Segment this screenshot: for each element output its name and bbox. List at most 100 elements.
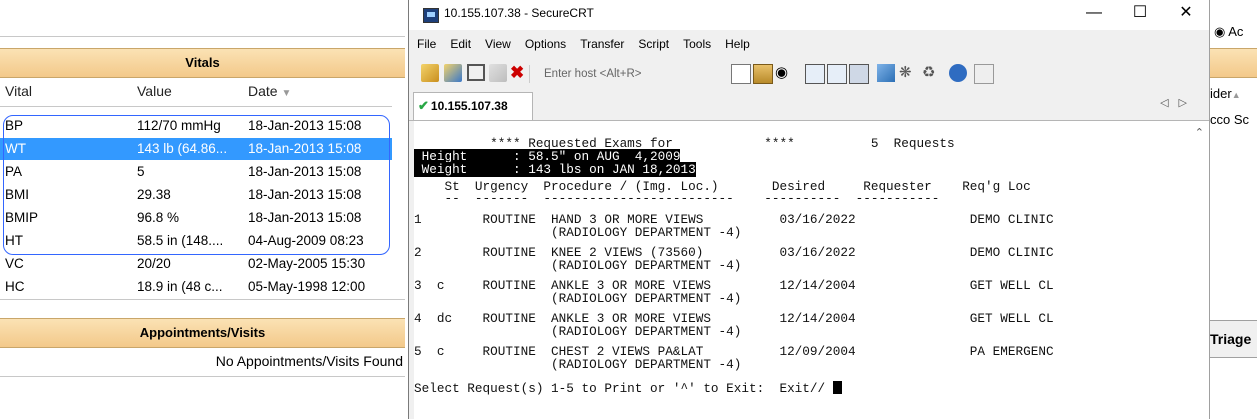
appointments-header: Appointments/Visits	[0, 318, 405, 348]
cell-date: 18-Jan-2013 15:08	[248, 210, 362, 225]
menu-help[interactable]: Help	[725, 33, 750, 55]
appointments-empty-text: No Appointments/Visits Found	[215, 353, 403, 369]
menu-options[interactable]: Options	[525, 33, 566, 55]
tab-scroll-arrows[interactable]: ◁▷	[1160, 96, 1197, 109]
col-vital[interactable]: Vital	[5, 78, 32, 105]
request-location-line: (RADIOLOGY DEPARTMENT -4)	[414, 324, 742, 339]
help-icon[interactable]	[949, 64, 967, 82]
scroll-up-icon[interactable]: ⌃	[1195, 126, 1204, 140]
title-bar: 10.155.107.38 - SecureCRT — ☐ ✕	[409, 0, 1209, 30]
col-provider-label: ider	[1210, 86, 1232, 101]
terminal-prompt: Select Request(s) 1-5 to Print or '^' to…	[414, 381, 833, 396]
cell-vital: PA	[5, 164, 23, 179]
request-location-line: (RADIOLOGY DEPARTMENT -4)	[414, 291, 742, 306]
host-input[interactable]: Enter host <Alt+R>	[529, 65, 719, 83]
session-options-icon[interactable]	[877, 64, 895, 82]
request-location-line: (RADIOLOGY DEPARTMENT -4)	[414, 357, 742, 372]
divider	[0, 299, 405, 300]
right-panel: ◉ Ac ider▲ cco Sc Triage	[1209, 0, 1257, 419]
tab-session-label: 10.155.107.38	[430, 99, 508, 113]
tab-bar: ✔ 10.155.107.38 ◁▷	[409, 92, 1209, 121]
copy-icon[interactable]	[731, 64, 751, 84]
col-provider[interactable]: ider▲	[1210, 86, 1241, 101]
find-icon[interactable]: ◉	[775, 64, 793, 82]
table-row[interactable]: BMIP 96.8 % 18-Jan-2013 15:08	[0, 207, 392, 229]
menu-file[interactable]: File	[417, 33, 436, 55]
cell-vital: WT	[5, 141, 26, 156]
radio-option-label: Ac	[1228, 24, 1244, 39]
disconnect-icon[interactable]: ✖	[510, 64, 528, 82]
table-row[interactable]: PA 5 18-Jan-2013 15:08	[0, 161, 392, 183]
printer-icon[interactable]	[849, 64, 869, 84]
table-row[interactable]: HC 18.9 in (48 c... 05-May-1998 12:00	[0, 276, 392, 298]
terminal-prompt-line: Select Request(s) 1-5 to Print or '^' to…	[414, 381, 842, 395]
vitals-header: Vitals	[0, 48, 405, 78]
cursor	[832, 381, 842, 394]
cell-vital: BP	[5, 118, 24, 133]
col-value[interactable]: Value	[137, 78, 172, 105]
keymap-icon[interactable]: ♻	[922, 64, 940, 82]
menu-edit[interactable]: Edit	[450, 33, 471, 55]
left-panel: Vitals Vital Value Date ▼ BP 112/70 mmHg 1…	[0, 0, 409, 419]
cell-vital: VC	[5, 256, 24, 271]
cell-date: 18-Jan-2013 15:08	[248, 187, 362, 202]
triage-header: Triage	[1210, 320, 1257, 358]
cell-date: 05-May-1998 12:00	[248, 279, 366, 294]
minimize-button[interactable]: —	[1071, 0, 1117, 30]
cell-date: 18-Jan-2013 15:08	[248, 118, 362, 133]
terminal-weight-line: Weight : 143 lbs on JAN 18,2013	[414, 162, 696, 177]
menu-view[interactable]: View	[485, 33, 511, 55]
table-row[interactable]: HT 58.5 in (148.... 04-Aug-2009 08:23	[0, 230, 392, 252]
radio-option[interactable]: ◉ Ac	[1214, 24, 1243, 40]
check-icon: ✔	[418, 98, 429, 113]
cell-value: 112/70 mmHg	[137, 118, 221, 133]
col-date-label: Date	[248, 83, 278, 99]
table-row[interactable]: VC 20/20 02-May-2005 15:30	[0, 253, 392, 275]
right-header	[1210, 48, 1257, 78]
securecrt-app-icon	[423, 8, 439, 23]
print-icon[interactable]	[805, 64, 825, 84]
menu-transfer[interactable]: Transfer	[580, 33, 624, 55]
radio-selected-icon: ◉	[1214, 24, 1226, 39]
keymap-editor-icon[interactable]	[974, 64, 994, 84]
reconnect-icon[interactable]	[489, 64, 507, 82]
cell-value: 96.8 %	[137, 210, 180, 225]
cell-value: 5	[137, 164, 145, 179]
connect-icon[interactable]	[421, 64, 439, 82]
cell-value: 58.5 in (148....	[137, 233, 224, 248]
cell-date: 18-Jan-2013 15:08	[248, 164, 362, 179]
tab-session[interactable]: ✔ 10.155.107.38	[413, 92, 533, 120]
cell-date: 02-May-2005 15:30	[248, 256, 366, 271]
close-button[interactable]: ✕	[1163, 0, 1209, 30]
cell-vital: BMI	[5, 187, 30, 202]
global-options-icon[interactable]: ❋	[899, 64, 917, 82]
cell-value: 143 lb (64.86...	[137, 141, 228, 156]
toolbar: ✖ Enter host <Alt+R> ◉ ❋ ♻	[409, 60, 1209, 88]
cell-date: 18-Jan-2013 15:08	[248, 141, 362, 156]
maximize-button[interactable]: ☐	[1117, 0, 1163, 30]
menu-script[interactable]: Script	[638, 33, 669, 55]
right-cell: cco Sc	[1210, 112, 1250, 127]
table-row[interactable]: BP 112/70 mmHg 18-Jan-2013 15:08	[0, 115, 392, 137]
window-title: 10.155.107.38 - SecureCRT	[444, 6, 594, 20]
cell-value: 29.38	[137, 187, 171, 202]
print-selection-icon[interactable]	[827, 64, 847, 84]
col-date[interactable]: Date ▼	[248, 78, 291, 105]
paste-icon[interactable]	[753, 64, 773, 84]
cell-value: 18.9 in (48 c...	[137, 279, 223, 294]
quick-connect-icon[interactable]	[444, 64, 462, 82]
divider	[0, 106, 392, 107]
cell-value: 20/20	[137, 256, 171, 271]
menu-tools[interactable]: Tools	[683, 33, 711, 55]
connect-tab-icon[interactable]	[467, 64, 485, 81]
table-row[interactable]: WT 143 lb (64.86... 18-Jan-2013 15:08	[0, 138, 392, 160]
terminal[interactable]: ⌃ **** Requested Exams for **** 5 Reques…	[414, 121, 1209, 419]
divider	[0, 376, 405, 377]
sort-up-icon: ▲	[1231, 90, 1241, 100]
request-location-line: (RADIOLOGY DEPARTMENT -4)	[414, 258, 742, 273]
table-row[interactable]: BMI 29.38 18-Jan-2013 15:08	[0, 184, 392, 206]
cell-date: 04-Aug-2009 08:23	[248, 233, 364, 248]
request-location-line: (RADIOLOGY DEPARTMENT -4)	[414, 225, 742, 240]
cell-vital: HC	[5, 279, 25, 294]
sort-down-icon: ▼	[281, 88, 292, 99]
